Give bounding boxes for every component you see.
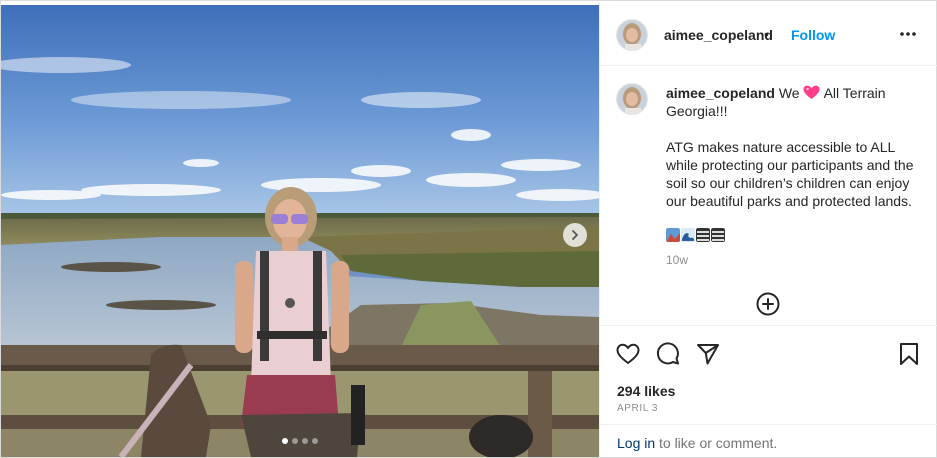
more-options-icon [900,32,916,36]
plus-circle-icon [756,292,780,316]
separator-dot: • [764,26,769,42]
login-link[interactable]: Log in [617,435,655,451]
caption-avatar[interactable] [616,83,648,115]
like-button[interactable] [615,341,641,367]
chevron-right-icon [572,230,578,240]
more-options-button[interactable] [897,23,919,45]
next-photo-button[interactable] [563,223,587,247]
carousel-dot [292,438,298,444]
grid-emoji-icon [711,228,725,242]
likes-count[interactable]: 294 likes [617,383,675,399]
follow-button[interactable]: Follow [791,27,835,43]
post-side-panel: aimee_copeland • Follow aimee_copeland W… [599,5,937,457]
post-header: aimee_copeland • Follow [600,5,937,66]
share-button[interactable] [695,341,721,367]
wave-emoji-icon [681,228,695,242]
caption-timestamp[interactable]: 10w [666,253,688,267]
save-button[interactable] [896,341,922,367]
caption-line1-start: We [778,85,800,101]
heart-icon [616,343,640,364]
carousel-dot [312,438,318,444]
paper-plane-icon [697,344,719,365]
carousel-dot [302,438,308,444]
comment-icon [656,342,679,365]
carousel-indicator [282,438,318,444]
login-prompt: Log in to like or comment. [600,424,937,458]
caption-text: aimee_copeland We All Terrain Georgia!!!… [666,84,926,210]
post-author-username[interactable]: aimee_copeland [664,27,773,43]
landscape-emoji-icon [666,228,680,242]
carousel-dot [282,438,288,444]
grid-emoji-icon [696,228,710,242]
post-date[interactable]: APRIL 3 [617,403,658,414]
post-photo[interactable] [1,5,599,457]
post-actions: 294 likes APRIL 3 Log in to like or comm… [600,325,937,457]
post-caption: aimee_copeland We All Terrain Georgia!!!… [600,67,937,337]
login-prompt-text: to like or comment. [659,435,778,451]
avatar-image [617,84,647,114]
caption-emojis [666,228,725,242]
avatar-image [617,20,647,50]
caption-paragraph: ATG makes nature accessible to ALL while… [666,139,914,209]
comment-button[interactable] [655,341,681,367]
photo-scene [1,5,599,457]
caption-username[interactable]: aimee_copeland [666,85,775,101]
add-comment-button[interactable] [755,291,781,317]
instagram-post: aimee_copeland • Follow aimee_copeland W… [0,0,937,458]
bookmark-icon [900,343,918,365]
sparkling-heart-icon [803,85,820,99]
avatar[interactable] [616,19,648,51]
